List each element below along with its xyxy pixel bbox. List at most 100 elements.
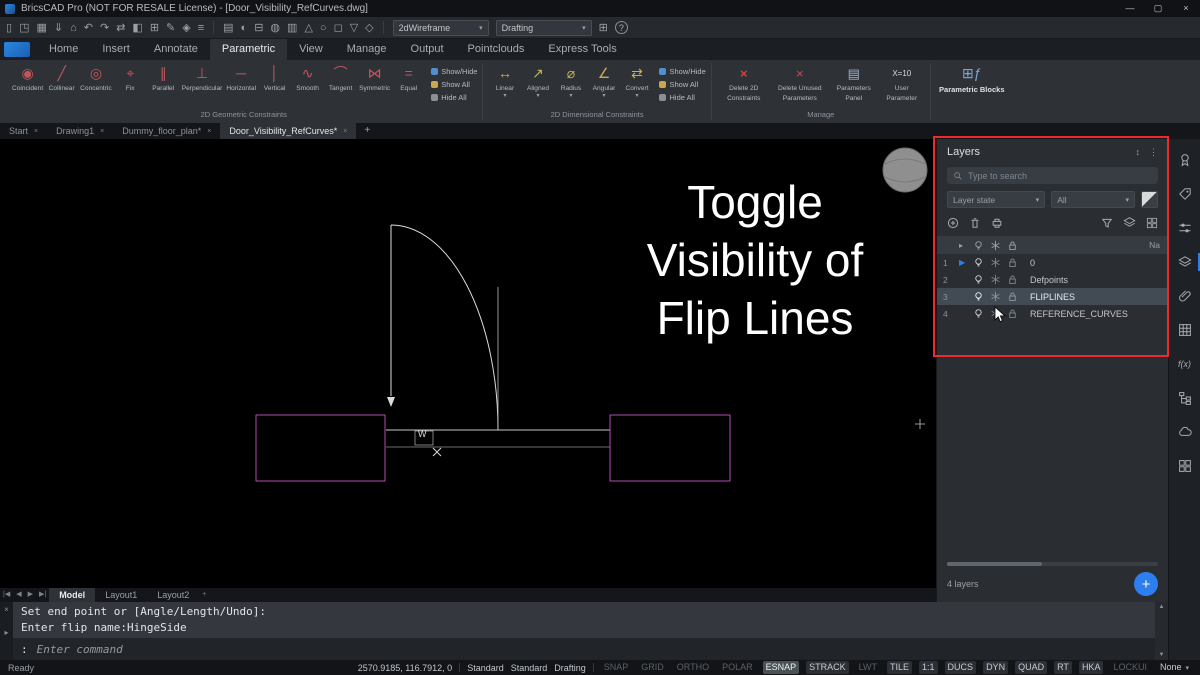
on-off-column-icon[interactable] (973, 240, 984, 251)
toggle-lockui[interactable]: LOCKUI (1110, 661, 1150, 674)
toggle-ortho[interactable]: ORTHO (674, 661, 712, 674)
concentric-button[interactable]: ◎Concentric (78, 63, 114, 92)
blocks-panel-icon[interactable] (1169, 449, 1200, 483)
tab-insert[interactable]: Insert (90, 39, 142, 60)
add-layout-button[interactable]: + (199, 588, 209, 602)
properties-panel-icon[interactable] (1169, 143, 1200, 177)
doc-tab-start[interactable]: Start× (0, 123, 47, 139)
workspace-name[interactable]: Drafting (554, 663, 586, 673)
freeze-column-icon[interactable] (990, 240, 1001, 251)
panel-toggle-icon[interactable]: ⊞ (599, 18, 608, 38)
dim-hide-all-button[interactable]: Hide All (659, 93, 705, 102)
text-style[interactable]: Standard (467, 663, 504, 673)
delete-layer-icon[interactable] (969, 217, 981, 229)
layers-tool-icon[interactable]: ▤ (223, 18, 233, 38)
collinear-button[interactable]: ╱Collinear (45, 63, 78, 92)
new-tab-button[interactable]: + (356, 123, 378, 139)
lock-column-icon[interactable] (1007, 240, 1018, 251)
toggle-dyn[interactable]: DYN (983, 661, 1008, 674)
view-icon[interactable]: ◧ (132, 18, 142, 38)
last-layout-icon[interactable]: ▶| (36, 588, 49, 602)
dim-show-all-button[interactable]: Show All (659, 80, 705, 89)
layer-freeze-icon[interactable] (990, 308, 1001, 319)
layer-row-reference-curves[interactable]: 4 REFERENCE_CURVES (937, 305, 1168, 322)
annotation-scale-dropdown[interactable]: None (1157, 661, 1192, 675)
perpendicular-button[interactable]: ⊥Perpendicular (180, 63, 225, 92)
ring-icon[interactable]: ○ (320, 18, 327, 38)
export-icon[interactable]: ⇓ (54, 18, 63, 38)
diamond-icon[interactable]: ◇ (365, 18, 373, 38)
layer-on-icon[interactable] (973, 291, 984, 302)
layer-state-dropdown[interactable]: Layer state (947, 191, 1045, 208)
parameters-fx-panel-icon[interactable]: f(x) (1169, 347, 1200, 381)
new-file-icon[interactable]: ▯ (6, 18, 12, 38)
angular-button[interactable]: ∠Angular▾ (587, 63, 620, 99)
doc-tab-drawing1[interactable]: Drawing1× (47, 123, 113, 139)
structure-panel-icon[interactable] (1169, 381, 1200, 415)
parallel-button[interactable]: ∥Parallel (147, 63, 180, 92)
name-column-header[interactable]: Na (1024, 240, 1162, 250)
radius-button[interactable]: ⌀Radius▾ (554, 63, 587, 99)
command-history[interactable]: Set end point or [Angle/Length/Undo]: En… (13, 602, 1155, 638)
undo-icon[interactable]: ↶ (84, 18, 93, 38)
layer-on-icon[interactable] (973, 257, 984, 268)
save-icon[interactable]: ▦ (36, 18, 46, 38)
layer-on-icon[interactable] (973, 308, 984, 319)
layer-freeze-icon[interactable] (990, 274, 1001, 285)
user-parameter-button[interactable]: X=10UserParameter (879, 63, 925, 102)
fix-button[interactable]: ⌖Fix (114, 63, 147, 92)
tab-annotate[interactable]: Annotate (142, 39, 210, 60)
tab-manage[interactable]: Manage (335, 39, 399, 60)
help-icon[interactable]: ? (615, 21, 628, 34)
tab-output[interactable]: Output (399, 39, 456, 60)
toggle-hka[interactable]: HKA (1079, 661, 1104, 674)
down-triangle-icon[interactable]: ▽ (350, 18, 358, 38)
next-layout-icon[interactable]: ▶ (25, 588, 36, 602)
toggle-rt[interactable]: RT (1054, 661, 1072, 674)
drawing-canvas[interactable]: Toggle Visibility of Flip Lines W (0, 139, 936, 588)
tab-express-tools[interactable]: Express Tools (536, 39, 628, 60)
tab-view[interactable]: View (287, 39, 335, 60)
layer-row-defpoints[interactable]: 2 Defpoints (937, 271, 1168, 288)
minus-box-icon[interactable]: ⊟ (254, 18, 263, 38)
layer-lock-icon[interactable] (1007, 291, 1018, 302)
toggle-snap[interactable]: SNAP (601, 661, 632, 674)
scrollbar-thumb[interactable] (947, 562, 1042, 566)
shade-icon[interactable]: ◐ (241, 18, 248, 38)
geo-show-all-button[interactable]: Show All (431, 80, 477, 89)
tab-layout1[interactable]: Layout1 (95, 588, 147, 602)
scroll-down-icon[interactable]: ▼ (1159, 652, 1165, 658)
hatch-icon[interactable]: ▥ (287, 18, 297, 38)
equal-button[interactable]: =Equal (392, 63, 425, 92)
convert-button[interactable]: ⇄Convert▾ (620, 63, 653, 99)
coincident-button[interactable]: ◉Coincident (10, 63, 45, 92)
panel-menu-icon[interactable]: ⋮ (1149, 147, 1158, 158)
square-icon[interactable]: ◻ (334, 18, 343, 38)
home-icon[interactable]: ⌂ (70, 18, 77, 38)
command-scrollbar[interactable]: ▲ ▼ (1155, 602, 1168, 660)
toggle-grid[interactable]: GRID (638, 661, 667, 674)
toggle-strack[interactable]: STRACK (806, 661, 849, 674)
swap-icon[interactable]: ⇄ (116, 18, 125, 38)
layer-lock-icon[interactable] (1007, 274, 1018, 285)
aligned-button[interactable]: ↗Aligned▾ (521, 63, 554, 99)
toggle-ducs[interactable]: DUCS (945, 661, 977, 674)
grid-icon[interactable]: ⊞ (150, 18, 159, 38)
layer-on-icon[interactable] (973, 274, 984, 285)
sheets-panel-icon[interactable] (1169, 313, 1200, 347)
tags-panel-icon[interactable] (1169, 177, 1200, 211)
list-icon[interactable]: ≡ (198, 18, 204, 38)
filter-icon[interactable] (1101, 217, 1113, 229)
layer-lock-icon[interactable] (1007, 257, 1018, 268)
doc-tab-door-visibility-refcurves[interactable]: Door_Visibility_RefCurves*× (220, 123, 356, 139)
tab-model[interactable]: Model (49, 588, 95, 602)
linear-button[interactable]: ↔Linear▾ (488, 63, 521, 99)
delete-unused-parameters-button[interactable]: ×Delete UnusedParameters (771, 63, 829, 102)
maximize-button[interactable]: ▢ (1144, 0, 1172, 17)
close-button[interactable]: × (1172, 0, 1200, 17)
tab-parametric[interactable]: Parametric (210, 39, 287, 60)
layers-panel-icon[interactable] (1169, 245, 1200, 279)
toggle-esnap[interactable]: ESNAP (763, 661, 800, 674)
layers-horizontal-scrollbar[interactable] (947, 562, 1158, 566)
first-layout-icon[interactable]: |◀ (0, 588, 13, 602)
